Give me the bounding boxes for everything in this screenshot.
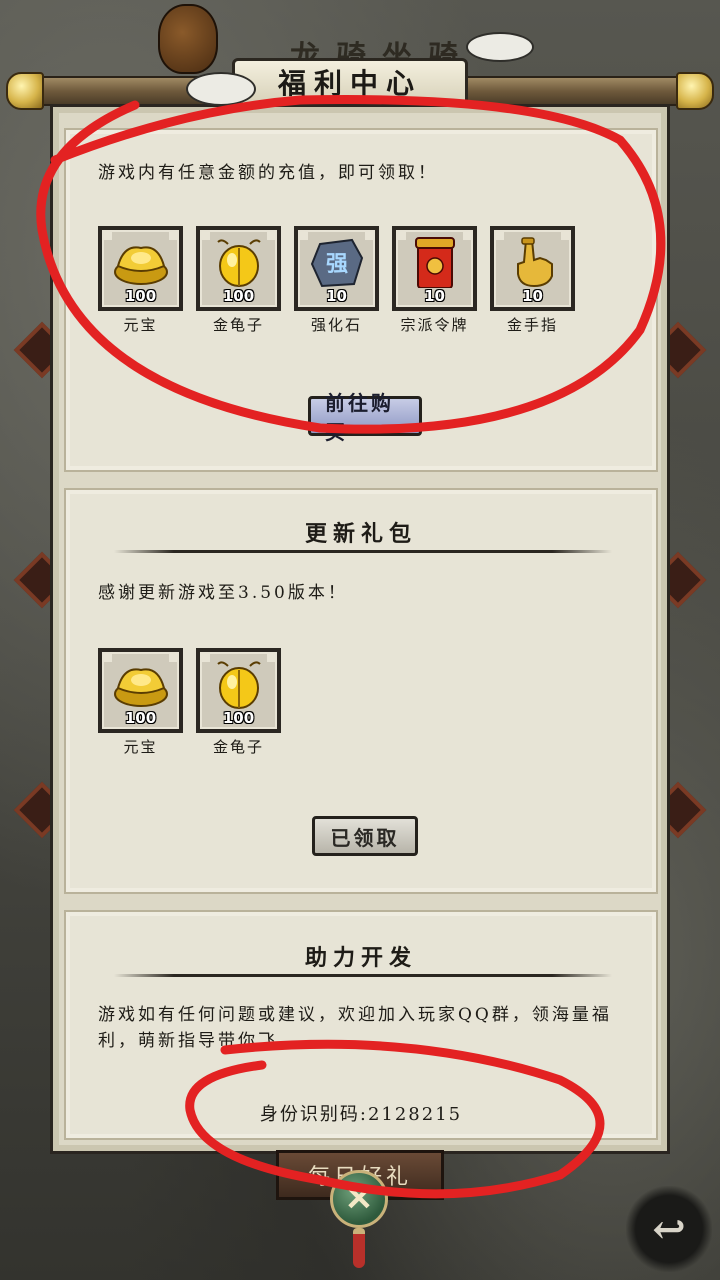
- item-slot[interactable]: 100: [196, 648, 281, 733]
- item-name: 元宝: [123, 316, 158, 334]
- reward-item[interactable]: 100 元宝: [98, 226, 183, 335]
- support-dev-description: 游戏如有任何问题或建议，欢迎加入玩家QQ群，领海量福利，萌新指导带你飞: [98, 1005, 612, 1051]
- sect-token-icon: [415, 237, 455, 288]
- scroll-cap-left: [6, 72, 44, 110]
- item-name: 宗派令牌: [400, 316, 469, 334]
- claimed-button[interactable]: 已领取: [312, 816, 418, 856]
- item-count: 10: [424, 287, 445, 305]
- item-name: 金龟子: [212, 738, 264, 756]
- strengthen-stone-icon: 强: [310, 238, 364, 288]
- svg-text:强: 强: [326, 252, 348, 277]
- tassel-ornament: [353, 1228, 365, 1268]
- player-id-label: 身份识别码:2128215: [259, 1104, 463, 1125]
- item-count: 100: [124, 287, 157, 305]
- support-dev-panel: 助力开发 游戏如有任何问题或建议，欢迎加入玩家QQ群，领海量福利，萌新指导带你飞…: [64, 910, 658, 1140]
- cloud-ornament-right: [466, 32, 534, 62]
- update-item-list: 100 元宝 100 金龟子: [98, 648, 281, 757]
- item-slot[interactable]: 10: [490, 226, 575, 311]
- title-divider: [114, 550, 612, 553]
- update-gift-panel: 更新礼包 感谢更新游戏至3.50版本！ 100 元宝 100 金龟子 已领取: [64, 488, 658, 894]
- item-name: 金龟子: [212, 316, 264, 334]
- item-count: 100: [222, 709, 255, 727]
- close-button[interactable]: ✕: [330, 1170, 388, 1228]
- support-dev-title: 助力开发: [304, 945, 417, 971]
- scroll-cap-right: [676, 72, 714, 110]
- item-slot[interactable]: 100: [196, 226, 281, 311]
- title-divider: [114, 974, 612, 977]
- reward-item[interactable]: 100 金龟子: [196, 648, 281, 757]
- item-count: 10: [326, 287, 347, 305]
- recharge-reward-panel: 游戏内有任意金额的充值，即可领取！ 100 元宝 100 金龟子 强 10 强化…: [64, 128, 658, 472]
- recharge-description: 游戏内有任意金额的充值，即可领取！: [98, 163, 438, 183]
- update-gift-description: 感谢更新游戏至3.50版本！: [98, 583, 348, 603]
- back-icon: ↩: [652, 1205, 686, 1253]
- item-slot[interactable]: 10: [392, 226, 477, 311]
- update-gift-title: 更新礼包: [304, 521, 417, 547]
- item-count: 10: [522, 287, 543, 305]
- golden-beetle-icon: [217, 661, 261, 709]
- item-slot[interactable]: 100: [98, 226, 183, 311]
- window-title: 福利中心: [277, 67, 422, 100]
- reward-item[interactable]: 强 10 强化石: [294, 226, 379, 335]
- golden-beetle-icon: [217, 239, 261, 287]
- gold-ingot-icon: [114, 246, 168, 285]
- reward-item[interactable]: 10 宗派令牌: [392, 226, 477, 335]
- reward-item[interactable]: 100 元宝: [98, 648, 183, 757]
- cloud-ornament-left: [186, 72, 256, 106]
- window-title-plaque: 福利中心: [232, 58, 468, 106]
- item-slot[interactable]: 强 10: [294, 226, 379, 311]
- gold-ingot-icon: [114, 668, 168, 707]
- item-slot[interactable]: 100: [98, 648, 183, 733]
- item-name: 强化石: [310, 316, 362, 334]
- reward-item[interactable]: 10 金手指: [490, 226, 575, 335]
- close-icon: ✕: [344, 1179, 374, 1219]
- item-count: 100: [222, 287, 255, 305]
- back-button[interactable]: ↩: [626, 1186, 712, 1272]
- item-count: 100: [124, 709, 157, 727]
- item-name: 元宝: [123, 738, 158, 756]
- gourd-icon: [158, 4, 218, 74]
- golden-finger-icon: [517, 237, 553, 288]
- recharge-item-list: 100 元宝 100 金龟子 强 10 强化石 10 宗派令牌 10 金手指: [98, 226, 575, 335]
- item-name: 金手指: [506, 316, 558, 334]
- reward-item[interactable]: 100 金龟子: [196, 226, 281, 335]
- go-buy-button[interactable]: 前往购买: [308, 391, 422, 444]
